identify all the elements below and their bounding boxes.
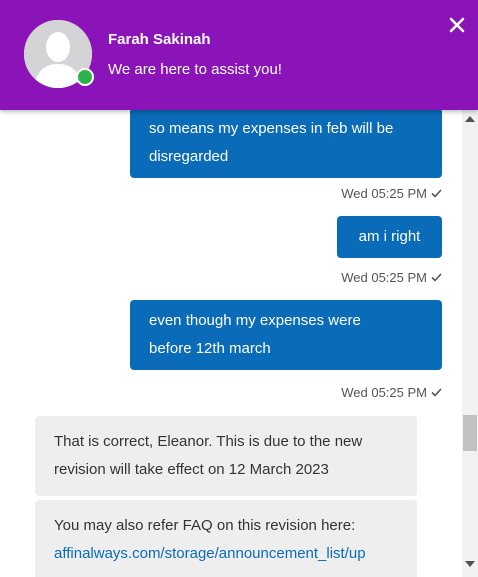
agent-name: Farah Sakinah <box>108 31 211 48</box>
message-meta: Wed 05:25 PM <box>341 186 442 201</box>
online-status-dot <box>76 68 94 86</box>
chat-header: Farah Sakinah We are here to assist you! <box>0 0 478 110</box>
message-text-line: so means my expenses in feb will be <box>149 120 394 137</box>
close-button[interactable] <box>444 12 470 38</box>
message-text-line: disregarded <box>149 148 229 165</box>
message-text-line: before 12th march <box>149 340 271 357</box>
checkmark-icon <box>431 273 442 282</box>
message-bubble-outgoing: am i right <box>337 216 442 258</box>
scroll-down-arrow-icon[interactable] <box>465 561 475 567</box>
message-text-line: even though my expenses were <box>149 312 361 329</box>
scrollbar[interactable] <box>462 110 478 577</box>
checkmark-icon <box>431 388 442 397</box>
agent-status-text: We are here to assist you! <box>108 61 282 78</box>
scroll-up-arrow-icon[interactable] <box>465 116 475 122</box>
message-bubble-incoming: You may also refer FAQ on this revision … <box>35 500 417 577</box>
scrollbar-thumb[interactable] <box>463 415 477 451</box>
checkmark-icon <box>431 189 442 198</box>
message-time: Wed 05:25 PM <box>341 186 427 201</box>
message-bubble-outgoing: so means my expenses in feb will be disr… <box>130 110 442 178</box>
message-meta: Wed 05:25 PM <box>341 270 442 285</box>
message-text-line: You may also refer FAQ on this revision … <box>54 517 356 534</box>
close-icon <box>449 17 465 33</box>
message-time: Wed 05:25 PM <box>341 385 427 400</box>
agent-avatar-wrap <box>24 20 94 88</box>
message-meta: Wed 05:25 PM <box>341 385 442 400</box>
message-time: Wed 05:25 PM <box>341 270 427 285</box>
faq-link[interactable]: affinalways.com/storage/announcement_lis… <box>54 540 398 568</box>
message-bubble-incoming: That is correct, Eleanor. This is due to… <box>35 416 417 496</box>
message-list: so means my expenses in feb will be disr… <box>0 110 462 577</box>
message-text-line: That is correct, Eleanor. This is due to… <box>54 433 363 450</box>
message-text-line: revision will take effect on 12 March 20… <box>54 461 329 478</box>
message-bubble-outgoing: even though my expenses were before 12th… <box>130 300 442 370</box>
message-text-line: am i right <box>358 228 421 245</box>
